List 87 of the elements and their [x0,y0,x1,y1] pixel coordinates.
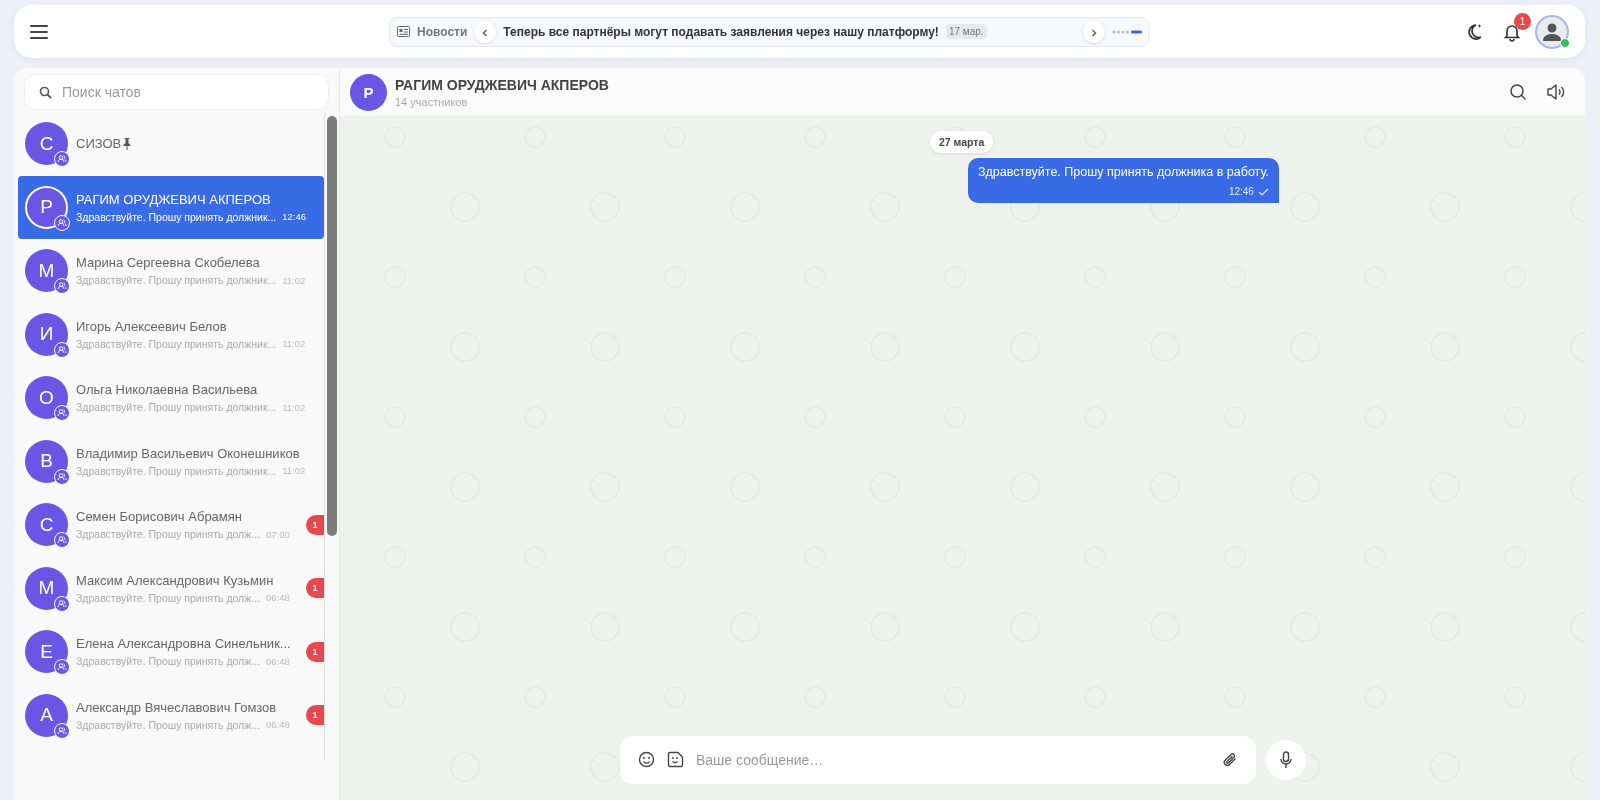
chat-list-item[interactable]: М Марина Сергеевна Скобелева Здравствуйте. Прошу принять должник... 11:02 [18,239,324,303]
emoji-icon[interactable] [638,751,655,768]
chat-list-item[interactable]: Р РАГИМ ОРУДЖЕВИЧ АКПЕРОВ Здравствуйте. Прошу принять должник... 12:46 [18,175,324,239]
message-time: 06:48 [266,592,290,604]
message-input[interactable]: Ваше сообщение… [620,736,1256,784]
message-time: 06:48 [266,655,290,667]
chat-list-item[interactable]: Е Елена Александровна Синельник... Здравствуйте. Прошу принять долж... 06:48 1 [18,620,324,684]
newspaper-icon [397,26,410,37]
avatar-initial: Е [40,640,53,663]
avatar-initial: С [39,513,54,536]
message-preview: Здравствуйте. Прошу принять долж... [76,591,261,604]
group-icon [54,722,70,739]
pager-dots-drawing [1112,29,1142,34]
previous-button[interactable] [474,20,497,43]
group-icon [54,278,70,295]
news-date: 17 мар. [945,24,987,39]
chat-name: Владимир Васильевич Оконешников [76,445,300,461]
avatar-initial: В [40,450,53,473]
message-time: 06:48 [266,719,290,731]
chat-name: Игорь Алексеевич Белов [76,318,227,334]
message-preview: Здравствуйте. Прошу принять должник... [76,274,277,287]
chat-list-item[interactable]: А Александр Вячеславович Гомзов Здравствуйте. Прошу принять долж... 06:48 1 [18,683,324,747]
chat-avatar: Р [350,73,387,111]
group-icon [54,151,70,168]
chat-name: Елена Александровна Синельник... [76,636,291,652]
chat-name: Максим Александрович Кузьмин [76,572,274,588]
message-preview: Здравствуйте. Прошу принять долж... [76,655,261,668]
message-time: 11:02 [282,274,306,286]
chat-name: РАГИМ ОРУДЖЕВИЧ АКПЕРОВ [76,191,271,207]
unread-count: 1 [306,578,324,599]
search-icon [39,86,52,99]
chevron-right-icon [1091,28,1097,37]
avatar-initial: С [39,132,54,155]
group-icon [54,659,70,676]
news-headline[interactable]: Теперь все партнёры могут подавать заявления через нашу платформу! [503,24,939,39]
message-preview: Здравствуйте. Прошу принять должник... [76,401,277,414]
chat-name: Семен Борисович Абрамян [76,509,242,525]
group-icon [54,405,70,422]
chat-name: Александр Вячеславович Гомзов [76,699,277,715]
avatar-initial: М [38,259,55,282]
unread-count: 1 [306,514,324,535]
participant-count: 14 участников [395,95,469,108]
chat-list-item[interactable]: С Семен Борисович Абрамян Здравствуйте. Прошу принять долж... 07:00 1 [18,493,324,557]
group-icon [54,214,70,231]
unread-count: 1 [306,705,324,726]
message-preview: Здравствуйте. Прошу принять долж... [76,718,261,731]
message-preview: Здравствуйте. Прошу принять должник... [76,464,277,477]
unread-count: 1 [306,641,324,662]
message-text: Здравствуйте. Прошу принять должника в работу. [978,165,1269,179]
group-icon [54,468,70,485]
chat-list-item[interactable]: С СИЗОВ [18,112,324,176]
message-time: 07:00 [266,528,290,540]
microphone-icon [1279,751,1293,769]
next-button[interactable] [1083,20,1105,43]
sticker-icon[interactable] [667,751,684,768]
chat-name: СИЗОВ [76,136,122,152]
message-preview: Здравствуйте. Прошу принять должник... [76,337,277,350]
message-preview: Здравствуйте. Прошу принять должник... [76,210,277,223]
group-icon [54,532,70,549]
chat-list-item[interactable]: О Ольга Николаевна Васильева Здравствуйте. Прошу принять должник... 11:02 [18,366,324,430]
group-icon [54,341,70,358]
avatar-initial: И [39,323,54,346]
avatar-initial: Р [40,196,53,219]
chat-list-item[interactable]: В Владимир Васильевич Оконешников Здравствуйте. Прошу принять должник... 11:02 [18,429,324,493]
message-time: 11:02 [282,401,306,413]
date-separator: 27 марта [930,131,994,153]
avatar-initial: А [40,704,53,727]
microphone-button[interactable] [1266,740,1306,780]
avatar-initial: М [38,577,55,600]
message-preview: Здравствуйте. Прошу принять долж... [76,528,261,541]
message-time: 12:46 [282,211,307,223]
notification-count: 1 [1514,12,1531,30]
group-icon [54,595,70,612]
chat-list-item[interactable]: М Максим Александрович Кузьмин Здравствуйте. Прошу принять долж... 06:48 1 [18,556,324,620]
chevron-left-icon [482,28,489,37]
message-time: 12:46 [1228,186,1254,197]
message-time: 11:02 [282,465,306,477]
message-time: 11:02 [282,338,306,350]
paperclip-icon[interactable] [1222,751,1238,769]
chat-title: РАГИМ ОРУДЖЕВИЧ АКПЕРОВ [395,76,609,93]
search-field[interactable]: Поиск чатов [24,74,329,110]
chat-name: Ольга Николаевна Васильева [76,382,258,398]
avatar-initial: О [39,386,54,409]
news-label: Новости [417,24,468,39]
user-avatar[interactable] [1535,14,1569,49]
chat-name: Марина Сергеевна Скобелева [76,255,260,271]
chat-list-item[interactable]: И Игорь Алексеевич Белов Здравствуйте. Прошу принять должник... 11:02 [18,302,324,366]
